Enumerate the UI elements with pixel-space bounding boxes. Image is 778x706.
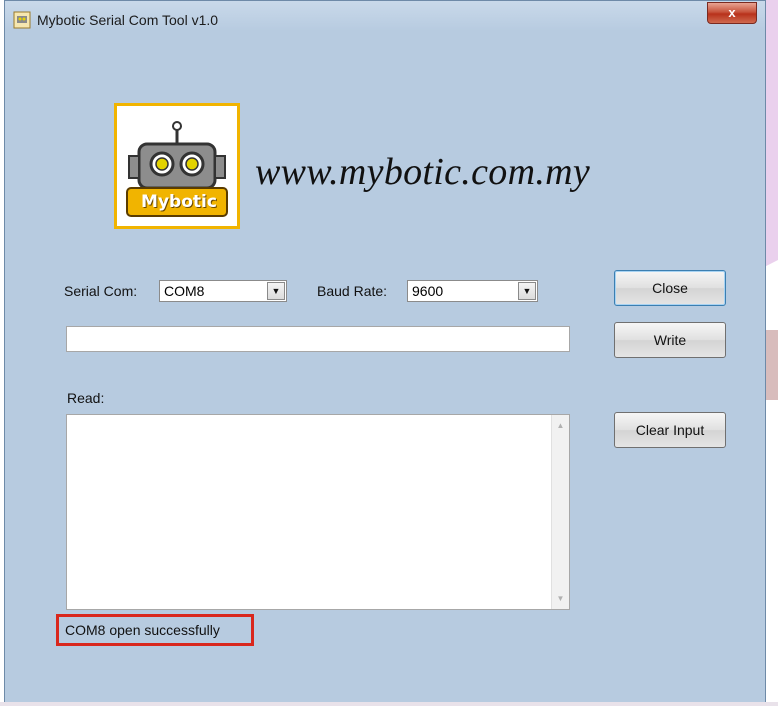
serial-com-value: COM8 — [164, 283, 205, 299]
window-close-button[interactable]: x — [707, 2, 757, 24]
baud-rate-value: 9600 — [412, 283, 444, 299]
website-url: www.mybotic.com.my — [255, 151, 591, 193]
serial-com-label: Serial Com: — [64, 283, 138, 299]
scroll-up-icon[interactable]: ▲ — [552, 417, 569, 434]
window-title: Mybotic Serial Com Tool v1.0 — [37, 12, 219, 28]
read-label: Read: — [67, 390, 105, 406]
write-input[interactable] — [66, 326, 570, 352]
serial-com-select[interactable]: COM8 ▼ — [159, 280, 287, 302]
status-highlight: COM8 open successfully — [56, 614, 254, 646]
clear-input-button[interactable]: Clear Input — [614, 412, 726, 448]
scroll-down-icon[interactable]: ▼ — [552, 590, 569, 607]
write-button[interactable]: Write — [614, 322, 726, 358]
read-textarea[interactable]: ▲ ▼ — [66, 414, 570, 610]
close-port-button[interactable]: Close — [614, 270, 726, 306]
app-icon — [13, 11, 31, 29]
chevron-down-icon[interactable]: ▼ — [267, 282, 285, 300]
baud-rate-label: Baud Rate: — [317, 283, 388, 299]
logo-wordmark: Mybotic — [141, 192, 217, 212]
title-bar[interactable]: Mybotic Serial Com Tool v1.0 x — [5, 1, 765, 37]
mybotic-logo: Mybotic — [114, 103, 240, 229]
baud-rate-select[interactable]: 9600 ▼ — [407, 280, 538, 302]
chevron-down-icon[interactable]: ▼ — [518, 282, 536, 300]
status-text: COM8 open successfully — [65, 622, 220, 638]
read-scrollbar[interactable]: ▲ ▼ — [551, 415, 569, 609]
